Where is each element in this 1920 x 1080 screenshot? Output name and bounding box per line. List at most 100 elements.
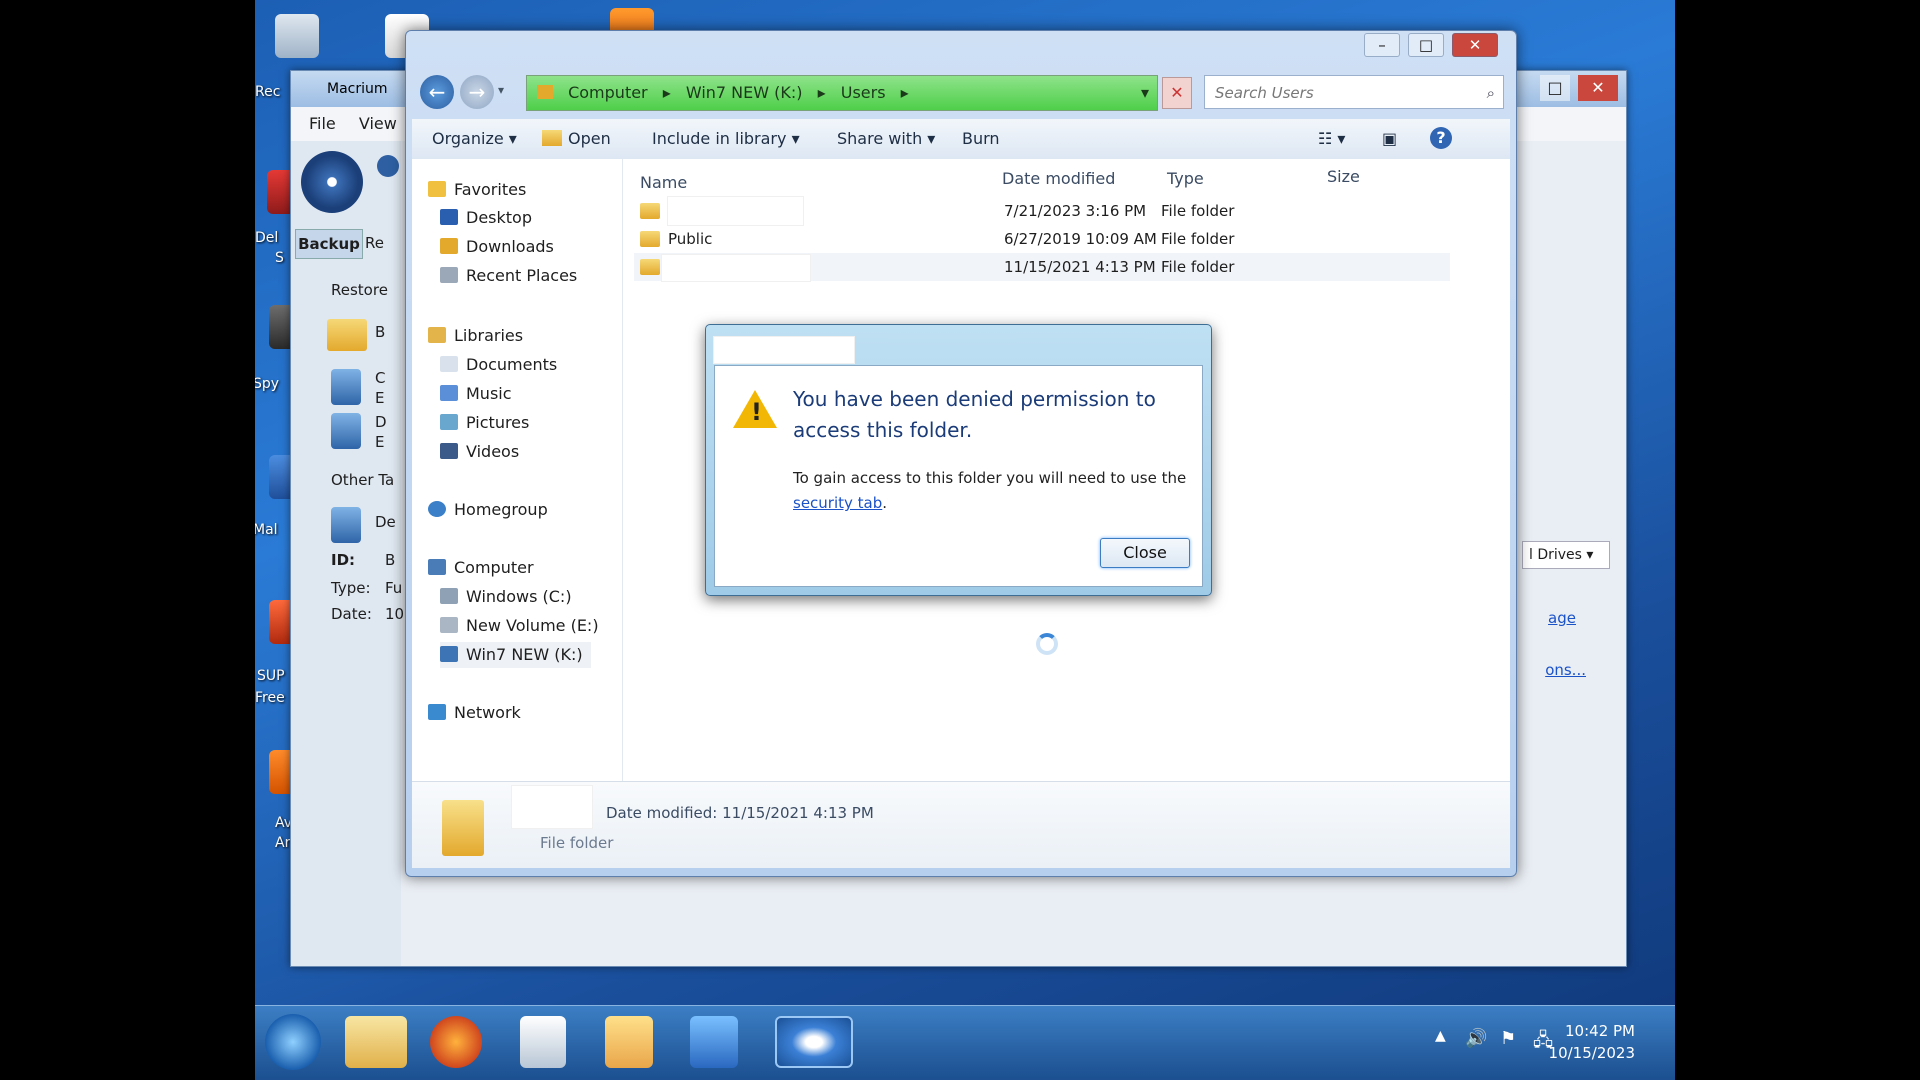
volume-icon[interactable]: 🔊: [1465, 1028, 1487, 1049]
computer-icon: [428, 559, 446, 575]
desktop-icon-label: S: [275, 250, 284, 266]
minimize-button[interactable]: –: [1364, 33, 1400, 57]
flag-icon[interactable]: ⚑: [1500, 1028, 1516, 1049]
nav-documents[interactable]: Documents: [440, 352, 557, 378]
tab-restore[interactable]: Re: [365, 229, 401, 257]
info-label-id: ID:: [331, 551, 356, 569]
info-label-date: Date:: [331, 605, 372, 623]
desktop-icon-label: Del: [255, 230, 279, 246]
firefox-taskbar-icon[interactable]: [430, 1016, 482, 1068]
recent-pages-dropdown-icon[interactable]: ▾: [498, 83, 504, 97]
column-header-date-modified[interactable]: Date modified: [1002, 169, 1115, 188]
back-button[interactable]: ←: [420, 75, 454, 109]
file-row[interactable]: 11/15/2021 4:13 PM File folder: [634, 253, 1450, 281]
column-header-type[interactable]: Type: [1167, 169, 1204, 188]
include-in-library-button[interactable]: Include in library ▾: [652, 119, 800, 159]
nav-recent-places-label: Recent Places: [466, 266, 578, 285]
breadcrumb-win7-new-k[interactable]: Win7 NEW (K:): [686, 83, 803, 102]
drives-dropdown[interactable]: l Drives ▾: [1522, 541, 1610, 569]
nav-network-label: Network: [454, 703, 521, 722]
nav-music[interactable]: Music: [440, 381, 512, 407]
file-explorer-taskbar-icon[interactable]: [345, 1016, 407, 1068]
show-hidden-icons[interactable]: ▲: [1435, 1028, 1446, 1044]
recycle-bin-icon[interactable]: [275, 14, 319, 58]
section-other-tasks[interactable]: Other Ta: [331, 471, 394, 489]
address-dropdown-icon[interactable]: ▾: [1141, 76, 1149, 110]
right-link[interactable]: age: [1548, 609, 1576, 627]
forward-button[interactable]: →: [460, 75, 494, 109]
desktop-icon-label: Mal: [255, 522, 278, 538]
nav-videos[interactable]: Videos: [440, 439, 519, 465]
nav-windows-c[interactable]: Windows (C:): [440, 584, 572, 610]
help-icon[interactable]: ?: [1430, 127, 1452, 149]
info-value-type: Fu: [385, 579, 403, 597]
search-placeholder: Search Users: [1215, 84, 1314, 102]
breadcrumb-computer[interactable]: Computer: [568, 83, 648, 102]
nav-favorites[interactable]: Favorites: [428, 177, 526, 203]
nav-libraries[interactable]: Libraries: [428, 323, 523, 349]
burn-button[interactable]: Burn: [962, 119, 1000, 159]
info-value-date: 10: [385, 605, 405, 623]
info-value-id: B: [385, 551, 396, 569]
start-button[interactable]: [265, 1014, 321, 1070]
drive-icon: [440, 617, 458, 633]
libraries-icon: [428, 327, 446, 343]
backup-disc-icon: [301, 151, 363, 213]
breadcrumb-users[interactable]: Users: [841, 83, 886, 102]
notepad-taskbar-icon[interactable]: [520, 1016, 566, 1068]
disk-image-icon: [331, 507, 361, 543]
organize-button[interactable]: Organize ▾: [432, 119, 517, 159]
clock-date: 10/15/2023: [1548, 1044, 1635, 1062]
security-tab-link[interactable]: security tab: [793, 494, 882, 512]
nav-network[interactable]: Network: [428, 700, 521, 726]
file-row[interactable]: 7/21/2023 3:16 PM File folder: [634, 197, 1450, 225]
section-restore[interactable]: Restore: [331, 281, 388, 299]
stop-loading-button[interactable]: ✕: [1162, 77, 1192, 109]
nav-favorites-label: Favorites: [454, 180, 527, 199]
redacted-name: [668, 197, 803, 225]
menu-file[interactable]: File: [309, 114, 336, 133]
redacted-name: [512, 786, 592, 828]
close-button[interactable]: ✕: [1452, 33, 1498, 57]
nav-desktop[interactable]: Desktop: [440, 205, 532, 231]
column-header-name[interactable]: Name: [640, 173, 687, 192]
item-letter: E: [375, 433, 385, 451]
change-view-icon[interactable]: ☷ ▾: [1318, 119, 1345, 159]
nav-recent-places[interactable]: Recent Places: [440, 263, 577, 289]
nav-pictures[interactable]: Pictures: [440, 410, 529, 436]
folder-icon: [640, 231, 660, 247]
share-with-button[interactable]: Share with ▾: [837, 119, 935, 159]
search-input[interactable]: Search Users ⌕: [1204, 75, 1504, 109]
downloads-icon: [440, 238, 458, 254]
open-button[interactable]: Open: [542, 119, 611, 159]
clock[interactable]: 10:42 PM 10/15/2023: [1549, 1020, 1635, 1064]
nav-computer[interactable]: Computer: [428, 555, 534, 581]
nav-new-volume-e[interactable]: New Volume (E:): [440, 613, 599, 639]
nav-downloads-label: Downloads: [466, 237, 554, 256]
paint-taskbar-icon[interactable]: [605, 1016, 653, 1068]
maximize-button[interactable]: □: [1408, 33, 1444, 57]
macrium-close-button[interactable]: ✕: [1578, 75, 1618, 101]
dialog-close-button[interactable]: Close: [1100, 538, 1190, 568]
macrium-maximize-button[interactable]: □: [1540, 75, 1570, 101]
file-name: Public: [668, 230, 713, 248]
menu-view[interactable]: View: [359, 114, 397, 133]
nav-win7-new-k[interactable]: Win7 NEW (K:): [440, 642, 591, 668]
item-letter: B: [375, 323, 386, 341]
address-bar[interactable]: Computer ▸ Win7 NEW (K:) ▸ Users ▸ ▾: [526, 75, 1158, 111]
dialog-title: [714, 337, 854, 363]
nav-desktop-label: Desktop: [466, 208, 532, 227]
nav-homegroup[interactable]: Homegroup: [428, 497, 548, 523]
file-row[interactable]: Public 6/27/2019 10:09 AM File folder: [634, 225, 1450, 253]
macrium-taskbar-icon[interactable]: [775, 1016, 853, 1068]
right-link[interactable]: ons...: [1545, 661, 1586, 679]
folder-search-icon: [327, 319, 367, 351]
nav-downloads[interactable]: Downloads: [440, 234, 554, 260]
preview-pane-icon[interactable]: ▣: [1382, 119, 1397, 159]
control-panel-taskbar-icon[interactable]: [690, 1016, 738, 1068]
column-header-size[interactable]: Size: [1327, 167, 1360, 186]
search-icon[interactable]: ⌕: [1487, 76, 1495, 110]
tab-backup[interactable]: Backup: [295, 229, 363, 259]
desktop-icon-label: Rec: [255, 84, 281, 100]
drives-dropdown-label: l Drives: [1529, 547, 1582, 563]
